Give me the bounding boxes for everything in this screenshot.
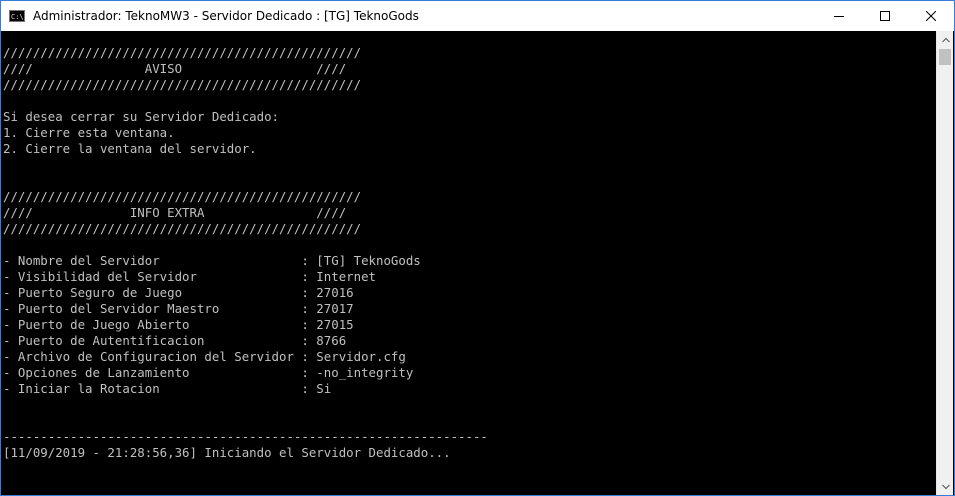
chevron-down-icon [941,484,950,489]
close-button[interactable] [908,1,954,31]
console-text: ////////////////////////////////////////… [1,31,935,461]
console-output[interactable]: ////////////////////////////////////////… [1,31,935,495]
chevron-up-icon [941,37,950,42]
vertical-scrollbar[interactable] [936,31,953,495]
window-controls [816,1,954,31]
console-line: ////////////////////////////////////////… [3,77,362,92]
console-line: - Nombre del Servidor : [TG] TeknoGods [3,253,421,268]
console-line: 1. Cierre esta ventana. [3,125,175,140]
console-line: [11/09/2019 - 21:28:56,36] Iniciando el … [3,445,451,460]
console-line: ////////////////////////////////////////… [3,45,362,60]
window-title: Administrador: TeknoMW3 - Servidor Dedic… [33,9,419,23]
console-line: //// AVISO //// [3,61,347,76]
console-line: ////////////////////////////////////////… [3,189,362,204]
console-line: ////////////////////////////////////////… [3,221,362,236]
console-app-icon[interactable]: C:\. [9,10,25,22]
console-line: 2. Cierre la ventana del servidor. [3,141,257,156]
scroll-down-button[interactable] [937,478,954,495]
maximize-icon [880,11,890,21]
console-line: - Iniciar la Rotacion : Si [3,381,332,396]
minimize-button[interactable] [816,1,862,31]
title-bar[interactable]: C:\. Administrador: TeknoMW3 - Servidor … [1,1,954,31]
minimize-icon [834,16,844,17]
scroll-up-button[interactable] [937,31,954,48]
console-line: - Puerto de Juego Abierto : 27015 [3,317,354,332]
console-line: - Puerto del Servidor Maestro : 27017 [3,301,354,316]
console-line: - Visibilidad del Servidor : Internet [3,269,376,284]
scrollbar-thumb[interactable] [939,49,951,65]
console-line: ----------------------------------------… [3,429,488,444]
console-line: - Archivo de Configuracion del Servidor … [3,349,406,364]
console-line: - Puerto Seguro de Juego : 27016 [3,285,354,300]
console-window: C:\. Administrador: TeknoMW3 - Servidor … [0,0,955,496]
close-icon [926,11,936,21]
console-line: - Puerto de Autentificacion : 8766 [3,333,347,348]
console-line: - Opciones de Lanzamiento : -no_integrit… [3,365,414,380]
console-line: Si desea cerrar su Servidor Dedicado: [3,109,280,124]
maximize-button[interactable] [862,1,908,31]
console-line: //// INFO EXTRA //// [3,205,347,220]
